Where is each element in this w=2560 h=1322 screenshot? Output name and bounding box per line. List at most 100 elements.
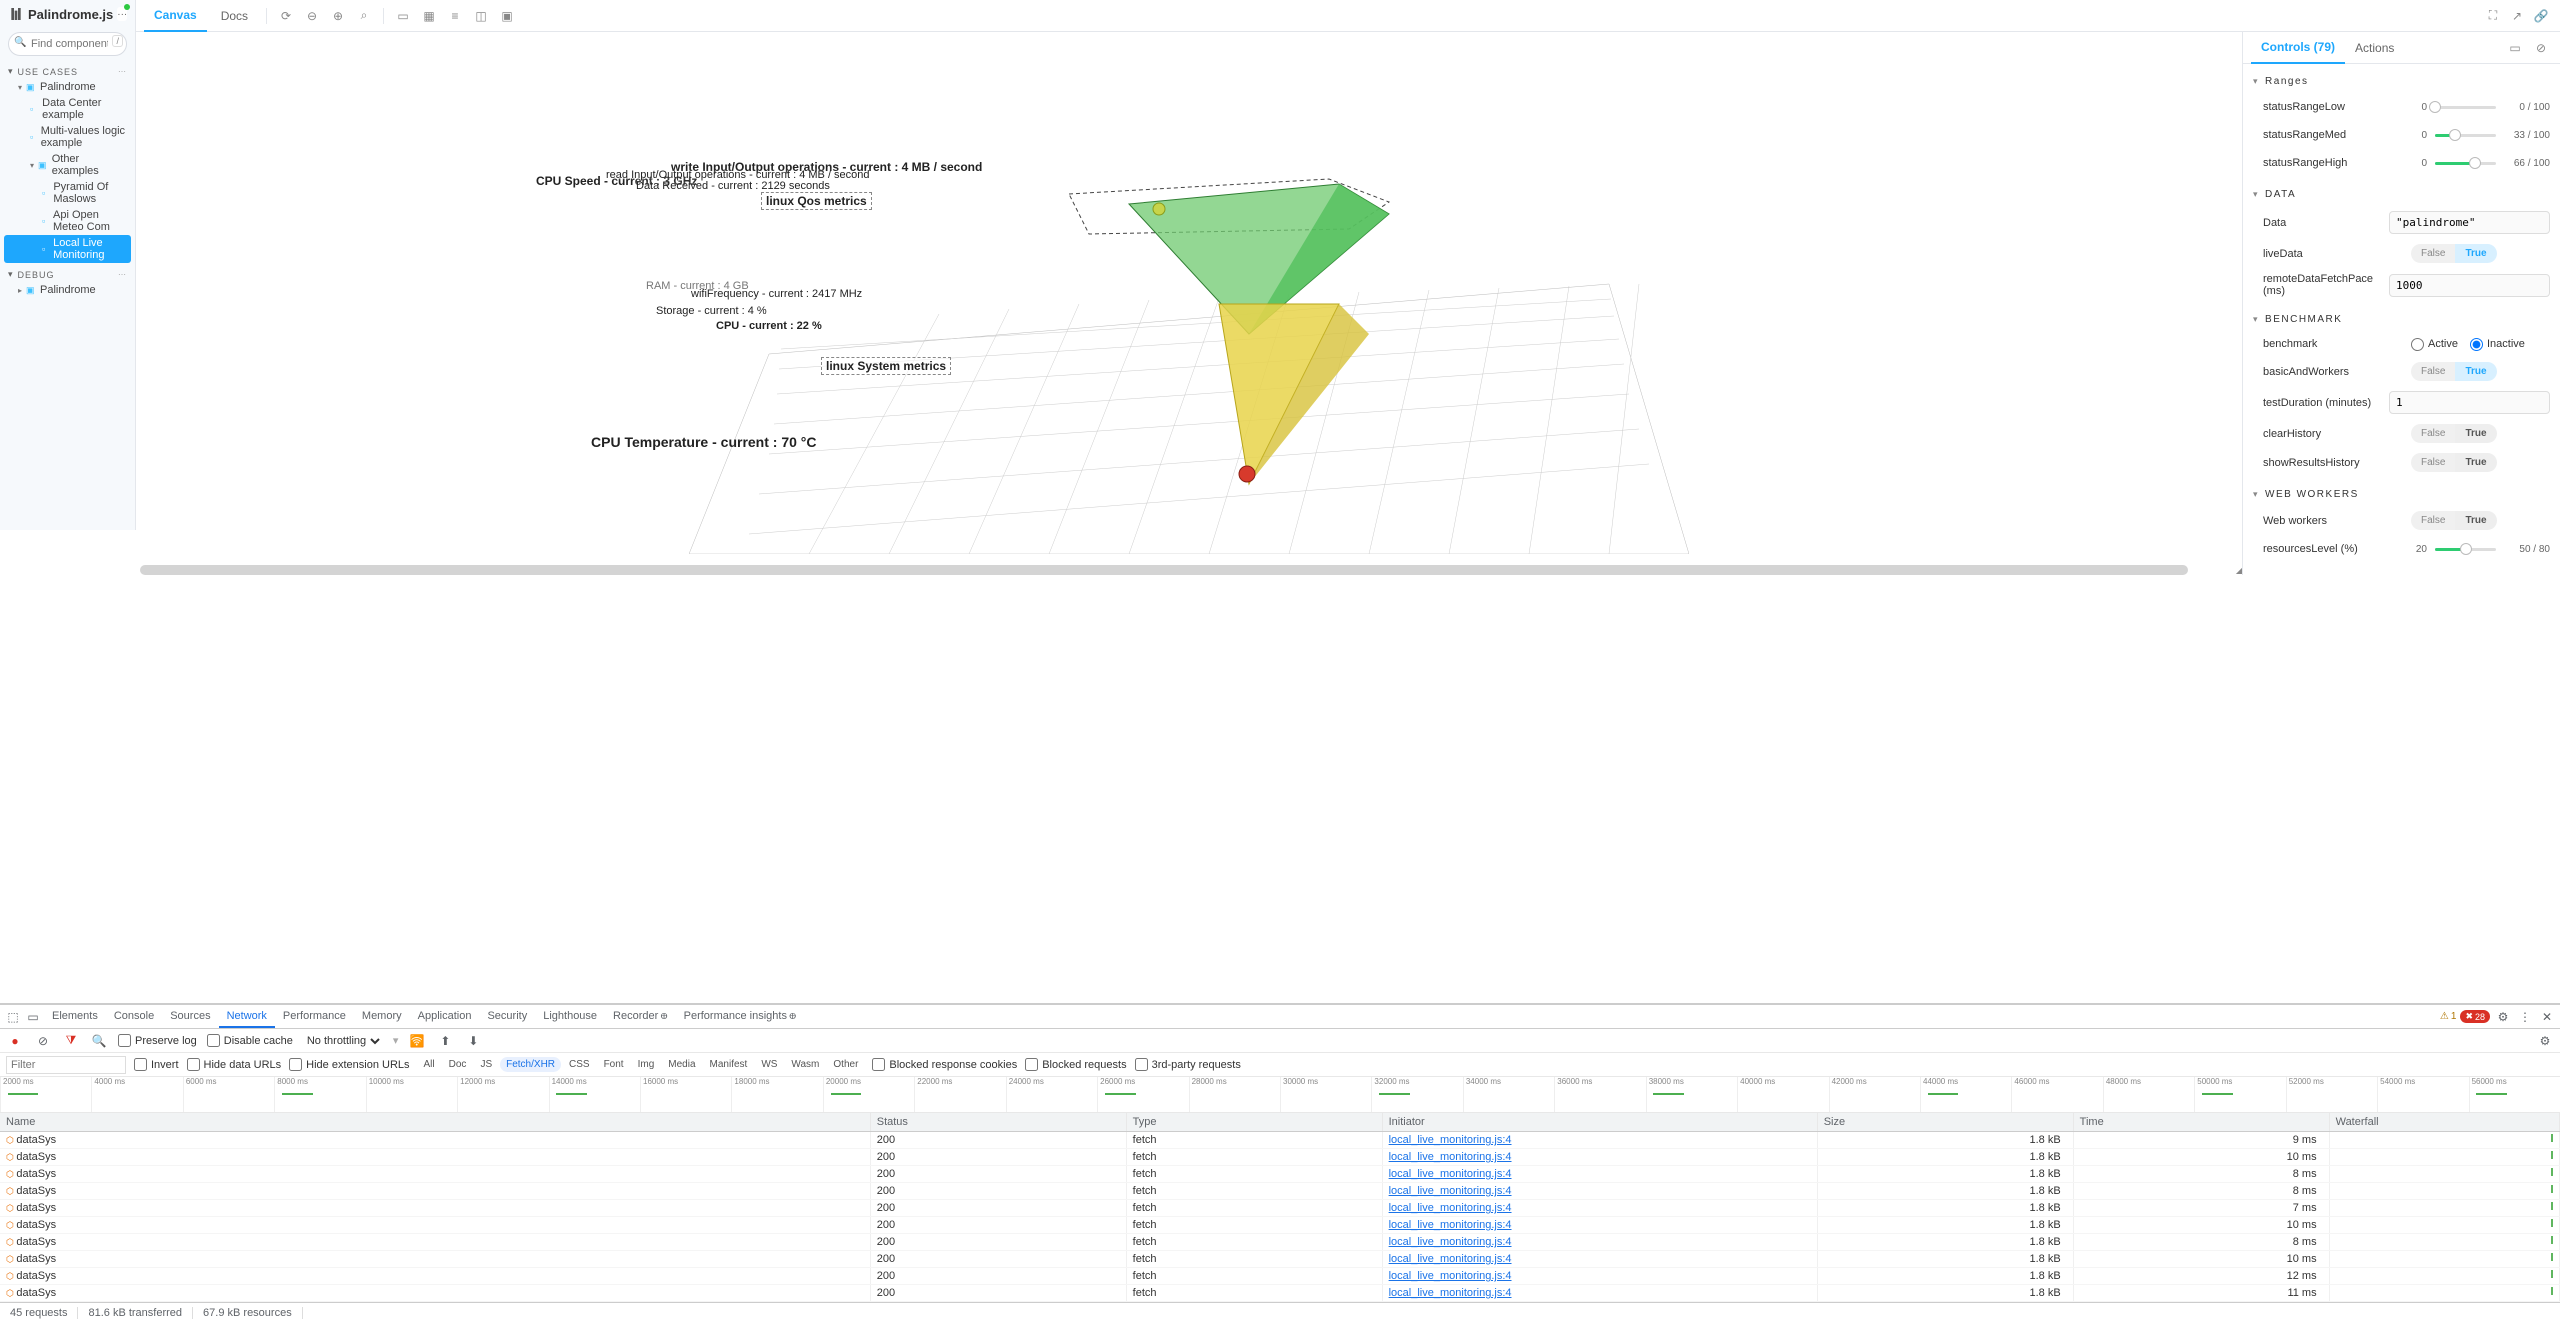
record-icon[interactable]: ● [6,1032,24,1050]
preserve-log-check[interactable]: Preserve log [118,1034,197,1047]
filter-input[interactable] [6,1056,126,1074]
refresh-icon[interactable]: ⟳ [275,5,297,27]
filter-chip-font[interactable]: Font [598,1057,630,1072]
zoom-out-icon[interactable]: ⊖ [301,5,323,27]
input-test-duration[interactable] [2389,391,2550,414]
toggle-clear-history[interactable]: False True [2411,424,2497,443]
devtools-tab-console[interactable]: Console [106,1006,162,1028]
filter-chip-js[interactable]: JS [474,1057,498,1072]
network-row[interactable]: dataSys200fetchlocal_live_monitoring.js:… [0,1149,2560,1166]
devtools-tab-application[interactable]: Application [410,1006,480,1028]
network-settings-icon[interactable]: 🛜 [408,1032,426,1050]
devtools-tab-performance-insights[interactable]: Performance insights ⴲ [676,1006,805,1028]
toggle-show-results[interactable]: False True [2411,453,2497,472]
open-external-icon[interactable]: ↗ [2506,5,2528,27]
slider-status-high[interactable] [2435,154,2496,172]
inspect-icon[interactable]: ⬚ [4,1008,22,1026]
blocked-requests-check[interactable]: Blocked requests [1025,1058,1126,1071]
tab-docs[interactable]: Docs [211,1,258,31]
network-row[interactable]: dataSys200fetchlocal_live_monitoring.js:… [0,1268,2560,1285]
tree-item-api-open-meteo[interactable]: ▫Api Open Meteo Com [4,207,131,235]
tab-actions[interactable]: Actions [2345,33,2404,63]
zoom-reset-icon[interactable]: ⌕ [353,5,375,27]
section-debug[interactable]: ▾DEBUG⋯ [0,263,135,282]
horizontal-scrollbar[interactable] [140,565,2230,575]
col-size[interactable]: Size [1817,1113,2073,1132]
devtools-tab-security[interactable]: Security [479,1006,535,1028]
app-logo[interactable]: Palindrome.js [8,6,113,22]
radio-active[interactable]: Active [2411,338,2458,351]
section-benchmark[interactable]: ▾BENCHMARK [2253,308,2550,331]
toggle-web-workers[interactable]: False True [2411,511,2497,530]
network-row[interactable]: dataSys200fetchlocal_live_monitoring.js:… [0,1132,2560,1149]
errors-badge[interactable]: ✖ 28 [2460,1010,2490,1023]
grid-icon[interactable]: ▦ [418,5,440,27]
network-row[interactable]: dataSys200fetchlocal_live_monitoring.js:… [0,1234,2560,1251]
filter-chip-ws[interactable]: WS [755,1057,783,1072]
col-status[interactable]: Status [870,1113,1126,1132]
blocked-cookies-check[interactable]: Blocked response cookies [872,1058,1017,1071]
tree-debug-root[interactable]: ▸▣Palindrome [4,282,131,298]
more-menu-button[interactable] [117,7,127,21]
filter-chip-media[interactable]: Media [662,1057,701,1072]
hide-data-urls-check[interactable]: Hide data URLs [187,1058,282,1071]
more-icon[interactable]: ⋮ [2516,1008,2534,1026]
tree-item-local-live-monitoring[interactable]: ▫Local Live Monitoring [4,235,131,263]
network-row[interactable]: dataSys200fetchlocal_live_monitoring.js:… [0,1166,2560,1183]
devtools-tab-network[interactable]: Network [219,1006,275,1028]
disable-cache-check[interactable]: Disable cache [207,1034,293,1047]
invert-check[interactable]: Invert [134,1058,179,1071]
tree-item-datacenter[interactable]: ▫Data Center example [4,95,131,123]
network-row[interactable]: dataSys200fetchlocal_live_monitoring.js:… [0,1217,2560,1234]
col-type[interactable]: Type [1126,1113,1382,1132]
devtools-tab-lighthouse[interactable]: Lighthouse [535,1006,605,1028]
link-icon[interactable]: 🔗 [2530,5,2552,27]
scroll-handle-icon[interactable]: ◢ [2236,566,2242,575]
tree-root-palindrome[interactable]: ▾▣Palindrome [4,79,131,95]
col-time[interactable]: Time [2073,1113,2329,1132]
warnings-badge[interactable]: ⚠ 1 [2440,1011,2457,1022]
devtools-tab-sources[interactable]: Sources [162,1006,218,1028]
network-row[interactable]: dataSys200fetchlocal_live_monitoring.js:… [0,1200,2560,1217]
settings-icon[interactable]: ⚙ [2494,1008,2512,1026]
toggle-livedata[interactable]: False True [2411,244,2497,263]
zoom-in-icon[interactable]: ⊕ [327,5,349,27]
slider-status-low[interactable] [2435,98,2496,116]
search-net-icon[interactable]: 🔍 [90,1032,108,1050]
input-remote-pace[interactable] [2389,274,2550,297]
radio-inactive[interactable]: Inactive [2470,338,2525,351]
slider-resources-level[interactable] [2435,540,2496,558]
upload-icon[interactable]: ⬆ [436,1032,454,1050]
tree-item-pyramid[interactable]: ▫Pyramid Of Maslows [4,179,131,207]
filter-chip-wasm[interactable]: Wasm [785,1057,825,1072]
section-ranges[interactable]: ▾Ranges [2253,70,2550,93]
filter-chip-doc[interactable]: Doc [443,1057,473,1072]
filter-funnel-icon[interactable]: ⧩ [62,1032,80,1050]
network-timeline[interactable]: 2000 ms4000 ms6000 ms8000 ms10000 ms1200… [0,1077,2560,1113]
hide-ext-urls-check[interactable]: Hide extension URLs [289,1058,409,1071]
col-name[interactable]: Name [0,1113,870,1132]
col-waterfall[interactable]: Waterfall [2329,1113,2559,1132]
tab-controls[interactable]: Controls (79) [2251,32,2345,64]
close-devtools-icon[interactable]: ✕ [2538,1008,2556,1026]
filter-chip-other[interactable]: Other [827,1057,864,1072]
fullscreen-icon[interactable]: ⛶ [2482,5,2504,27]
section-webworkers[interactable]: ▾WEB WORKERS [2253,483,2550,506]
tree-item-other[interactable]: ▾▣Other examples [4,151,131,179]
expand-controls-icon[interactable]: ▭ [2504,37,2526,59]
slider-status-med[interactable] [2435,126,2496,144]
col-initiator[interactable]: Initiator [1382,1113,1817,1132]
filter-chip-img[interactable]: Img [632,1057,661,1072]
viewport-icon[interactable]: ▭ [392,5,414,27]
throttling-select[interactable]: No throttling [303,1034,383,1048]
device-toggle-icon[interactable]: ▭ [24,1008,42,1026]
filter-chip-fetchxhr[interactable]: Fetch/XHR [500,1057,561,1072]
measure-icon[interactable]: ≡ [444,5,466,27]
network-row[interactable]: dataSys200fetchlocal_live_monitoring.js:… [0,1183,2560,1200]
devtools-tab-memory[interactable]: Memory [354,1006,410,1028]
filter-chip-manifest[interactable]: Manifest [704,1057,754,1072]
network-row[interactable]: dataSys200fetchlocal_live_monitoring.js:… [0,1251,2560,1268]
clear-icon[interactable]: ⊘ [34,1032,52,1050]
canvas-area[interactable]: CPU Speed - current : 3 GHz write Input/… [136,32,2242,575]
devtools-tab-performance[interactable]: Performance [275,1006,354,1028]
